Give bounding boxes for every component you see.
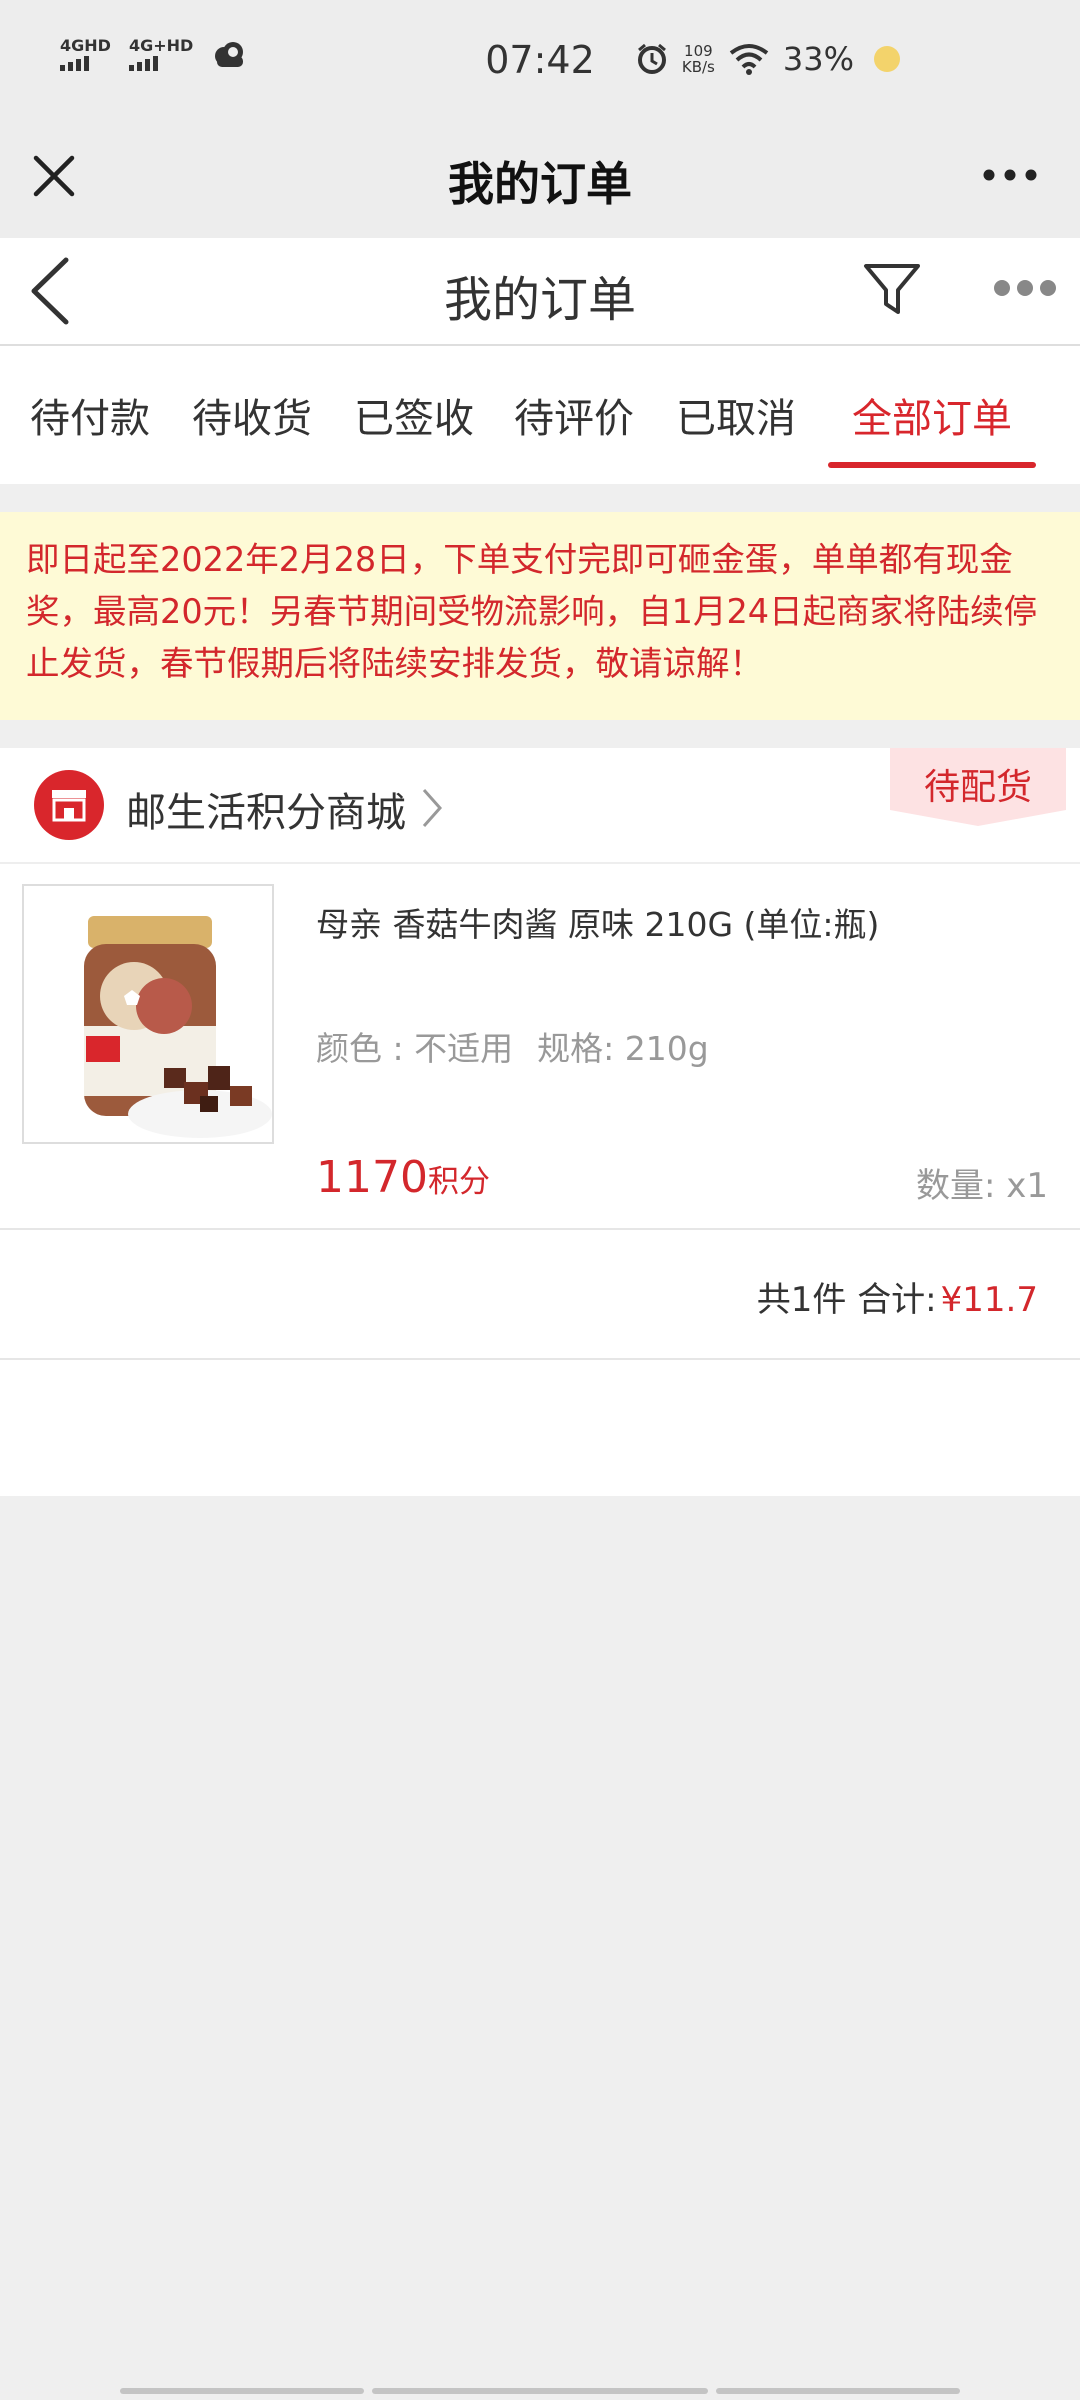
speed-value: 109	[684, 42, 713, 60]
chevron-right-icon[interactable]	[420, 786, 444, 830]
active-tab-indicator	[828, 462, 1036, 468]
shop-row[interactable]: 邮生活积分商城 待配货	[0, 748, 1080, 864]
more-dots-icon[interactable]	[992, 276, 1058, 300]
product-price: 1170积分	[316, 1152, 490, 1203]
total-amount: ¥11.7	[940, 1280, 1038, 1320]
shop-name[interactable]: 邮生活积分商城	[126, 780, 406, 838]
tab-pending-payment[interactable]: 待付款	[30, 386, 150, 444]
price-unit: 积分	[427, 1164, 490, 1200]
wechat-title: 我的订单	[448, 157, 632, 211]
filter-icon[interactable]	[862, 260, 922, 318]
wechat-title-bar: 我的订单	[0, 120, 1080, 238]
price-value: 1170	[316, 1152, 428, 1203]
wifi-icon	[729, 44, 769, 75]
notice-text: 即日起至2022年2月28日，下单支付完即可砸金蛋，单单都有现金奖，最高20元！…	[26, 540, 1038, 683]
product-spec: 颜色 : 不适用 规格: 210g	[316, 1022, 709, 1070]
status-badge: 待配货	[890, 748, 1066, 826]
battery-percent: 33%	[782, 40, 854, 78]
nav-indicator-center	[372, 2388, 708, 2394]
order-item[interactable]: 母亲 香菇牛肉酱 原味 210G (单位:瓶) 颜色 : 不适用 规格: 210g…	[0, 862, 1080, 1230]
product-title[interactable]: 母亲 香菇牛肉酱 原味 210G (单位:瓶)	[316, 898, 879, 946]
battery-moon-icon	[874, 46, 900, 72]
nav-indicator-right	[716, 2388, 960, 2394]
nav-indicator-left	[120, 2388, 364, 2394]
order-total: 共1件 合计: ¥11.7	[757, 1272, 1038, 1321]
tab-pending-review[interactable]: 待评价	[514, 386, 634, 444]
product-image[interactable]	[22, 884, 274, 1144]
product-quantity: 数量: x1	[915, 1166, 1048, 1206]
status-bar: 4GHD 4G+HD 07:42 109 KB/s 33%	[0, 0, 1080, 120]
product-color: 颜色 : 不适用	[316, 1029, 514, 1068]
order-tabs: 待付款 待收货 已签收 待评价 已取消 全部订单	[0, 346, 1080, 484]
total-label: 合计:	[857, 1280, 937, 1320]
speed-unit: KB/s	[681, 58, 715, 76]
product-size: 规格: 210g	[537, 1029, 709, 1068]
page-header: 我的订单	[0, 238, 1080, 346]
tab-cancelled[interactable]: 已取消	[676, 386, 796, 444]
tab-pending-receipt[interactable]: 待收货	[192, 386, 312, 444]
order-summary: 共1件 合计: ¥11.7	[0, 1230, 1080, 1360]
tab-signed[interactable]: 已签收	[354, 386, 474, 444]
order-card[interactable]: 邮生活积分商城 待配货 母亲 香菇牛肉酱 原味 210G (单位:瓶) 颜色:…	[0, 748, 1080, 1496]
shop-icon	[34, 770, 104, 840]
tab-all-orders[interactable]: 全部订单	[852, 386, 1012, 444]
network-speed: 109 KB/s	[682, 43, 715, 75]
clock: 07:42	[485, 38, 595, 82]
status-text: 待配货	[923, 767, 1032, 808]
item-count: 共1件	[756, 1280, 847, 1320]
alarm-icon	[637, 43, 666, 74]
notice-banner: 即日起至2022年2月28日，下单支付完即可砸金蛋，单单都有现金奖，最高20元！…	[0, 512, 1080, 720]
more-icon[interactable]	[980, 160, 1040, 190]
